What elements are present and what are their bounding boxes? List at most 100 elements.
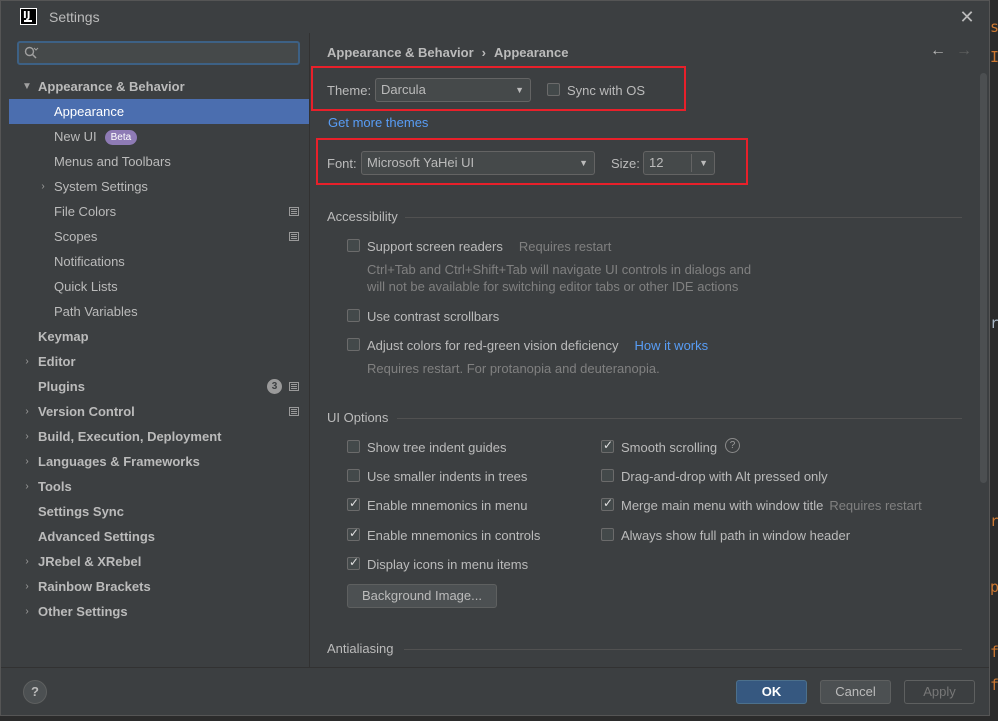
sidebar-item-keymap[interactable]: Keymap (9, 324, 309, 349)
chevron-right-icon[interactable]: › (21, 399, 33, 424)
sidebar-item-label: Quick Lists (54, 279, 118, 294)
theme-value: Darcula (381, 82, 426, 97)
sidebar-item-path-variables[interactable]: Path Variables (9, 299, 309, 324)
sidebar-item-appearance[interactable]: Appearance (9, 99, 309, 124)
sidebar-item-label: Appearance (54, 104, 125, 119)
requires-restart-note: Requires restart (518, 239, 612, 254)
chevron-right-icon[interactable]: › (21, 474, 33, 499)
help-button[interactable]: ? (23, 680, 47, 704)
sidebar-item-version-control[interactable]: › Version Control (9, 399, 309, 424)
mnemonics-menu-checkbox[interactable] (347, 496, 360, 511)
sidebar-item-build-execution[interactable]: › Build, Execution, Deployment (9, 424, 309, 449)
sidebar-item-system-settings[interactable]: › System Settings (9, 174, 309, 199)
title-bar: IJ Settings ✕ (1, 1, 989, 33)
editor-glyph: r (990, 314, 998, 332)
breadcrumb: Appearance & Behavior › Appearance (327, 45, 568, 60)
editor-glyph: r (990, 512, 998, 530)
antialiasing-section-title: Antialiasing (327, 641, 394, 656)
screen-readers-checkbox[interactable] (347, 239, 360, 252)
tree-indent-checkbox[interactable] (347, 440, 360, 453)
search-input[interactable] (43, 44, 293, 62)
sidebar-item-label: Build, Execution, Deployment (38, 429, 222, 444)
settings-search[interactable] (17, 41, 300, 65)
full-path-checkbox[interactable] (601, 528, 614, 541)
sidebar-item-editor[interactable]: › Editor (9, 349, 309, 374)
sidebar-item-other-settings[interactable]: › Other Settings (9, 599, 309, 624)
chevron-right-icon[interactable]: › (37, 174, 49, 199)
sidebar-item-label: Path Variables (54, 304, 138, 319)
sidebar-item-languages[interactable]: › Languages & Frameworks (9, 449, 309, 474)
help-icon[interactable]: ? (725, 438, 740, 453)
sidebar-item-advanced-settings[interactable]: Advanced Settings (9, 524, 309, 549)
font-select[interactable]: Microsoft YaHei UI ▼ (361, 151, 595, 175)
sidebar-item-label: Plugins (38, 379, 85, 394)
sidebar-item-jrebel[interactable]: › JRebel & XRebel (9, 549, 309, 574)
background-image-button[interactable]: Background Image... (347, 584, 497, 608)
smaller-indents-label: Use smaller indents in trees (367, 469, 528, 484)
how-it-works-link[interactable]: How it works (634, 338, 708, 353)
ok-button[interactable]: OK (736, 680, 807, 704)
sidebar-item-rainbow-brackets[interactable]: › Rainbow Brackets (9, 574, 309, 599)
font-value: Microsoft YaHei UI (367, 155, 475, 170)
sidebar-item-plugins[interactable]: Plugins 3 (9, 374, 309, 399)
merge-menu-checkbox[interactable] (601, 496, 614, 511)
sidebar-item-label: System Settings (54, 179, 148, 194)
chevron-right-icon[interactable]: › (21, 449, 33, 474)
mnemonics-menu-label: Enable mnemonics in menu (367, 498, 528, 513)
sidebar-item-new-ui[interactable]: New UI Beta (9, 124, 309, 149)
editor-strip (990, 0, 998, 721)
mnemonics-controls-checkbox[interactable] (347, 526, 360, 541)
sidebar-item-scopes[interactable]: Scopes (9, 224, 309, 249)
sidebar-item-notifications[interactable]: Notifications (9, 249, 309, 274)
editor-glyph: f (990, 676, 998, 694)
requires-restart-note: Requires restart (829, 498, 922, 513)
sidebar-item-label: File Colors (54, 204, 117, 219)
editor-glyph: p (990, 578, 998, 596)
apply-button[interactable]: Apply (904, 680, 975, 704)
chevron-right-icon[interactable]: › (21, 549, 33, 574)
font-size-value[interactable]: 12 (649, 155, 663, 170)
sidebar-item-label: Version Control (38, 404, 135, 419)
content-scrollbar[interactable] (980, 73, 987, 483)
full-path-label: Always show full path in window header (621, 528, 851, 543)
sync-with-os-label: Sync with OS (567, 83, 646, 98)
sync-with-os-checkbox[interactable] (547, 83, 560, 96)
window-title: Settings (49, 9, 100, 25)
display-icons-checkbox[interactable] (347, 555, 360, 570)
smaller-indents-checkbox[interactable] (347, 469, 360, 482)
breadcrumb-parent[interactable]: Appearance & Behavior (327, 45, 474, 60)
sidebar-item-file-colors[interactable]: File Colors (9, 199, 309, 224)
get-more-themes-link[interactable]: Get more themes (328, 115, 428, 130)
sidebar-item-label: Advanced Settings (38, 529, 156, 544)
forward-button[interactable]: → (956, 42, 974, 60)
chevron-right-icon[interactable]: › (21, 424, 33, 449)
smooth-scrolling-checkbox[interactable] (601, 438, 614, 453)
settings-sidebar: ▼ Appearance & Behavior Appearance New U… (9, 33, 309, 667)
chevron-right-icon[interactable]: › (21, 599, 33, 624)
section-divider (404, 649, 962, 650)
contrast-scrollbars-label: Use contrast scrollbars (367, 309, 500, 324)
sidebar-item-tools[interactable]: › Tools (9, 474, 309, 499)
sidebar-item-appearance-behavior[interactable]: ▼ Appearance & Behavior (9, 74, 309, 99)
screen-readers-label: Support screen readers Requires restart (367, 239, 612, 254)
chevron-right-icon[interactable]: › (21, 574, 33, 599)
project-settings-icon (289, 207, 299, 216)
chevron-right-icon[interactable]: › (21, 349, 33, 374)
drag-drop-checkbox[interactable] (601, 469, 614, 482)
editor-glyph: I (990, 48, 998, 66)
editor-glyph: f (990, 643, 998, 661)
font-size-combo[interactable]: 12 ▼ (643, 151, 715, 175)
chevron-down-icon[interactable]: ▼ (21, 74, 33, 99)
back-button[interactable]: ← (930, 42, 948, 60)
contrast-scrollbars-checkbox[interactable] (347, 309, 360, 322)
sidebar-item-settings-sync[interactable]: Settings Sync (9, 499, 309, 524)
sidebar-item-label: Languages & Frameworks (38, 454, 200, 469)
sidebar-item-menus-toolbars[interactable]: Menus and Toolbars (9, 149, 309, 174)
theme-select[interactable]: Darcula ▼ (375, 78, 531, 102)
breadcrumb-current: Appearance (494, 45, 569, 60)
sidebar-item-quick-lists[interactable]: Quick Lists (9, 274, 309, 299)
close-button[interactable]: ✕ (957, 7, 977, 27)
adjust-colors-checkbox[interactable] (347, 338, 360, 351)
cancel-button[interactable]: Cancel (820, 680, 891, 704)
sidebar-item-label: JRebel & XRebel (38, 554, 142, 569)
